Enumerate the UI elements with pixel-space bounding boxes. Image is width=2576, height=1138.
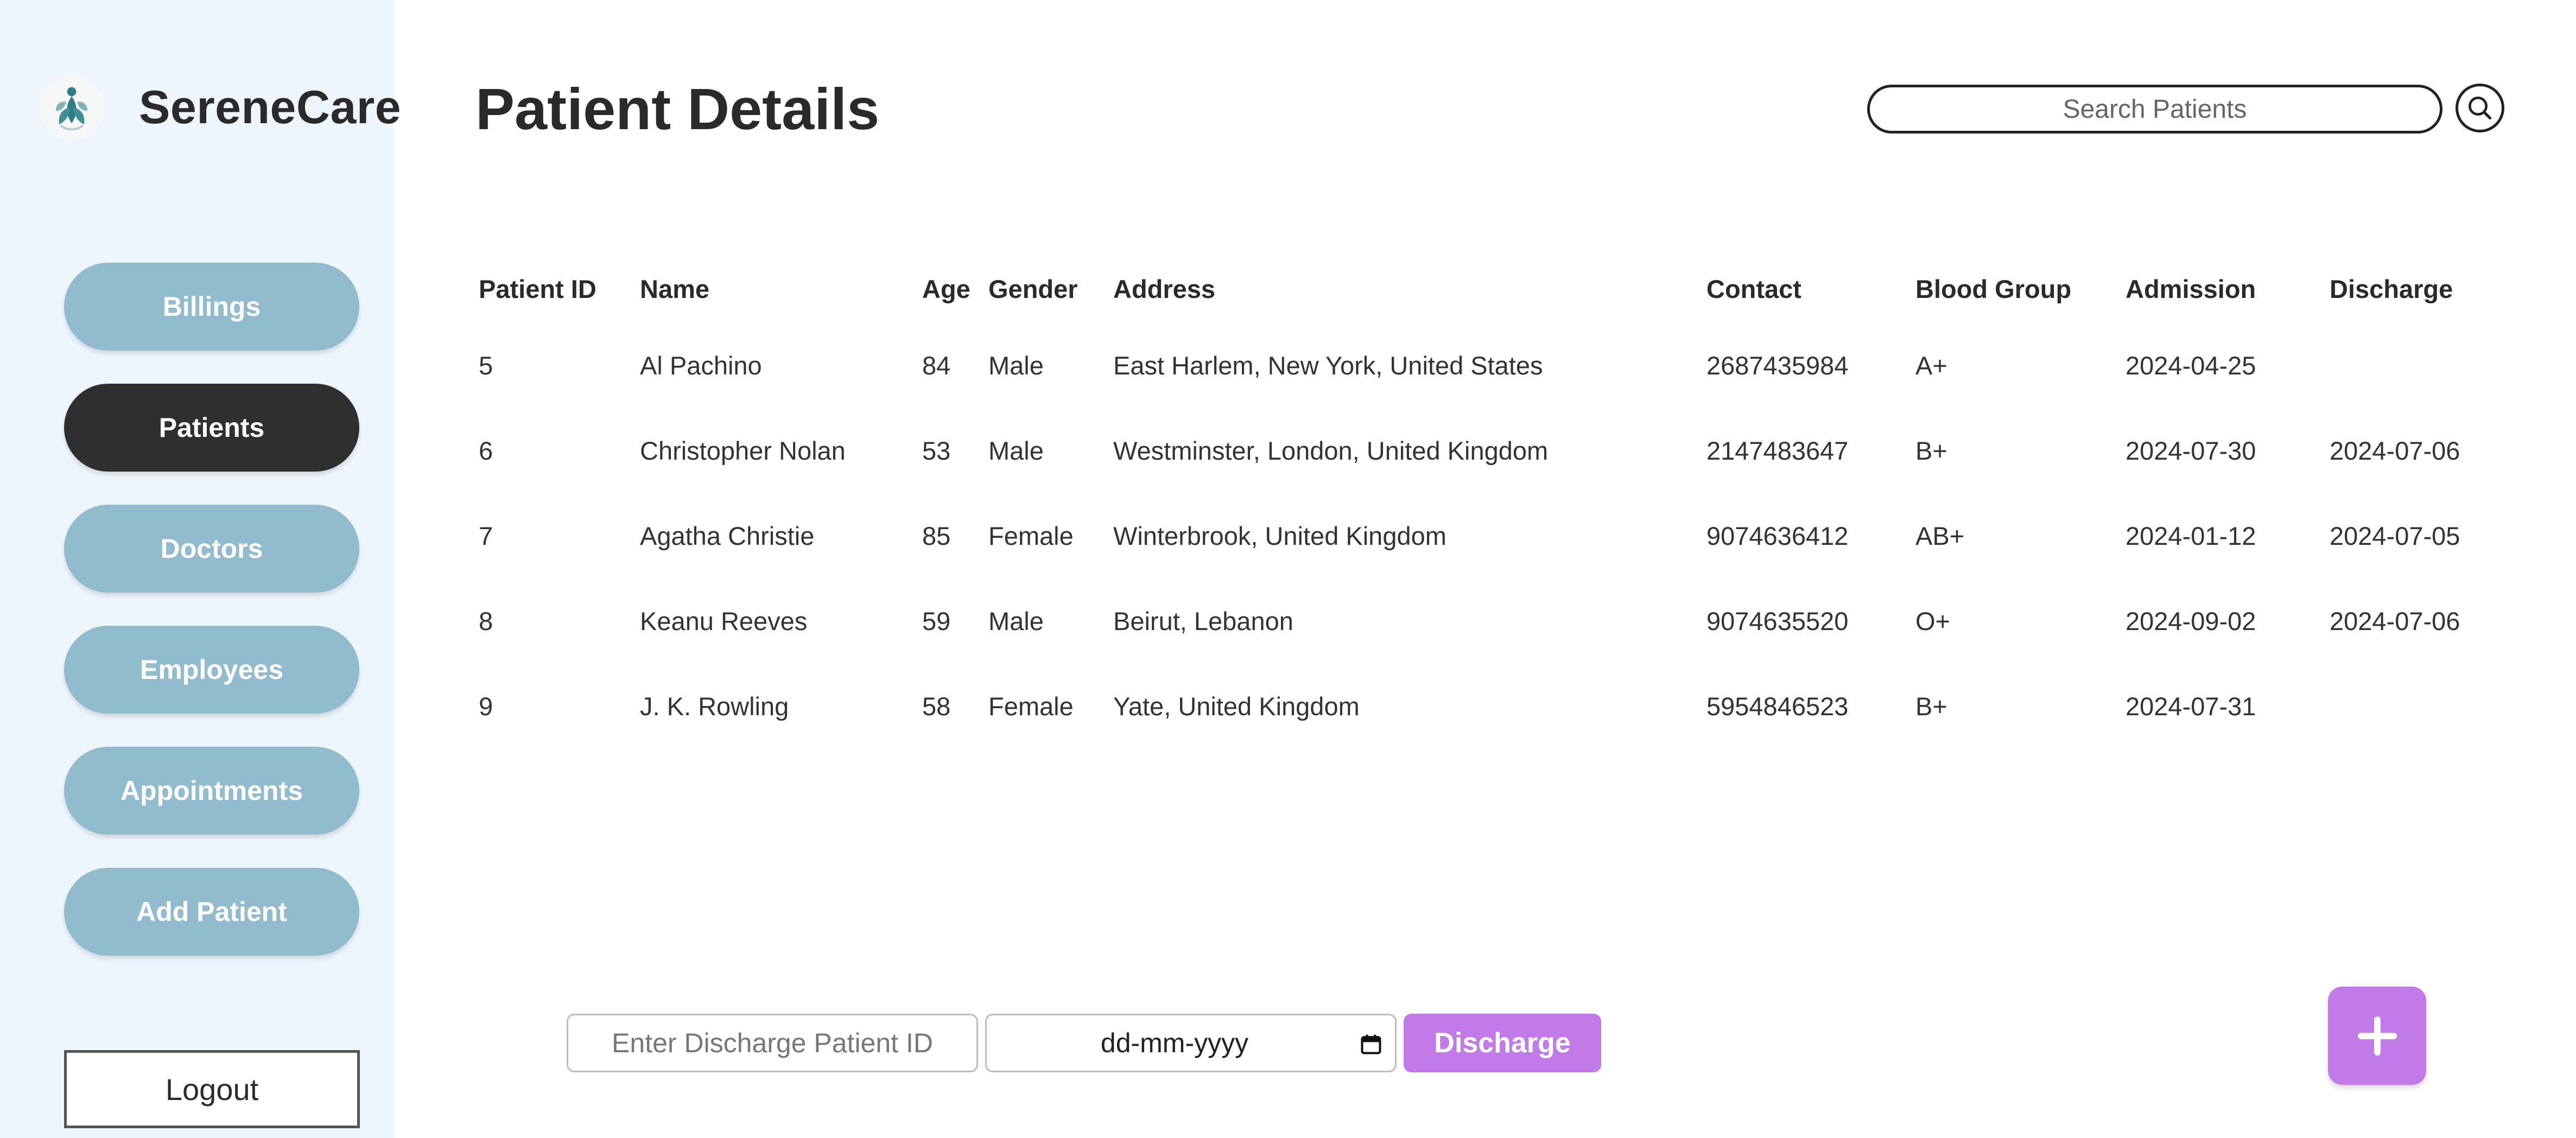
cell-blood-group: B+ (1915, 692, 1947, 721)
cell-address: Beirut, Lebanon (1113, 607, 1293, 635)
cell-discharge: 2024-07-06 (2330, 607, 2460, 635)
cell-gender: Male (988, 436, 1044, 465)
patients-table: Patient ID Name Age Gender Address Conta… (479, 255, 2492, 749)
cell-admission: 2024-01-12 (2125, 522, 2256, 550)
cell-discharge (2330, 664, 2492, 749)
cell-name: Keanu Reeves (640, 607, 808, 635)
sidebar-item-appointments[interactable]: Appointments (64, 747, 359, 835)
cell-age: 58 (922, 692, 951, 721)
table-row: 7 Agatha Christie 85 Female Winterbrook,… (479, 493, 2492, 578)
cell-blood-group: B+ (1915, 436, 1947, 465)
column-header: Patient ID (479, 275, 597, 303)
cell-address: Yate, United Kingdom (1113, 692, 1360, 721)
cell-gender: Male (988, 607, 1044, 635)
column-header: Name (640, 275, 710, 303)
logout-button[interactable]: Logout (64, 1050, 360, 1128)
calendar-icon[interactable] (1359, 1032, 1383, 1057)
cell-name: J. K. Rowling (640, 692, 789, 721)
cell-contact: 9074636412 (1706, 522, 1849, 550)
cell-patient-id: 9 (479, 692, 493, 721)
page-title: Patient Details (475, 76, 880, 142)
cell-address: Winterbrook, United Kingdom (1113, 522, 1446, 550)
cell-contact: 2687435984 (1706, 351, 1849, 380)
cell-age: 53 (922, 436, 951, 465)
cell-age: 59 (922, 607, 951, 635)
sidebar-item-patients[interactable]: Patients (64, 384, 359, 472)
cell-admission: 2024-04-25 (2125, 351, 2256, 380)
cell-blood-group: AB+ (1915, 522, 1965, 550)
cell-contact: 5954846523 (1706, 692, 1849, 721)
search-input[interactable] (1867, 85, 2442, 133)
cell-contact: 2147483647 (1706, 436, 1849, 465)
column-header: Contact (1706, 275, 1801, 303)
plus-icon (2357, 1016, 2397, 1056)
cell-admission: 2024-09-02 (2125, 607, 2256, 635)
column-header: Address (1113, 275, 1216, 303)
cell-admission: 2024-07-31 (2125, 692, 2256, 721)
cell-name: Christopher Nolan (640, 436, 846, 465)
cell-admission: 2024-07-30 (2125, 436, 2256, 465)
cell-blood-group: A+ (1915, 351, 1947, 380)
discharge-patient-id-input[interactable] (567, 1014, 978, 1072)
discharge-button[interactable]: Discharge (1404, 1014, 1601, 1072)
cell-gender: Male (988, 351, 1044, 380)
table-row: 9 J. K. Rowling 58 Female Yate, United K… (479, 664, 2492, 749)
column-header: Age (922, 275, 970, 303)
cell-contact: 9074635520 (1706, 607, 1849, 635)
sidebar-item-employees[interactable]: Employees (64, 626, 359, 714)
cell-address: East Harlem, New York, United States (1113, 351, 1543, 380)
cell-discharge: 2024-07-06 (2330, 436, 2460, 465)
cell-gender: Female (988, 522, 1074, 550)
cell-age: 85 (922, 522, 951, 550)
cell-blood-group: O+ (1915, 607, 1951, 635)
column-header: Blood Group (1915, 275, 2072, 303)
cell-age: 84 (922, 351, 951, 380)
cell-discharge (2330, 323, 2492, 408)
cell-gender: Female (988, 692, 1074, 721)
table-header-row: Patient ID Name Age Gender Address Conta… (479, 255, 2492, 323)
cell-patient-id: 6 (479, 436, 493, 465)
sidebar-item-doctors[interactable]: Doctors (64, 505, 359, 593)
cell-patient-id: 8 (479, 607, 493, 635)
cell-discharge: 2024-07-05 (2330, 522, 2460, 550)
table-row: 8 Keanu Reeves 59 Male Beirut, Lebanon 9… (479, 578, 2492, 664)
search-button[interactable] (2456, 84, 2504, 132)
table-row: 6 Christopher Nolan 53 Male Westminster,… (479, 408, 2492, 493)
column-header: Discharge (2330, 275, 2453, 303)
search-icon (2469, 97, 2492, 120)
column-header: Gender (988, 275, 1078, 303)
date-placeholder: dd-mm-yyyy (1100, 1028, 1249, 1058)
cell-name: Agatha Christie (640, 522, 815, 550)
cell-patient-id: 7 (479, 522, 493, 550)
serenecare-logo-icon (39, 75, 104, 140)
discharge-date-input[interactable]: dd-mm-yyyy (985, 1014, 1397, 1072)
sidebar-item-add-patient[interactable]: Add Patient (64, 868, 359, 956)
sidebar-item-billings[interactable]: Billings (64, 263, 359, 351)
cell-name: Al Pachino (640, 351, 762, 380)
cell-address: Westminster, London, United Kingdom (1113, 436, 1549, 465)
brand-name: SereneCare (139, 81, 402, 133)
brand: SereneCare (39, 69, 401, 145)
table-row: 5 Al Pachino 84 Male East Harlem, New Yo… (479, 323, 2492, 408)
sidebar: SereneCare Billings Patients Doctors Emp… (0, 0, 401, 1138)
column-header: Admission (2125, 275, 2256, 303)
cell-patient-id: 5 (479, 351, 493, 380)
add-patient-fab-button[interactable] (2328, 987, 2426, 1085)
